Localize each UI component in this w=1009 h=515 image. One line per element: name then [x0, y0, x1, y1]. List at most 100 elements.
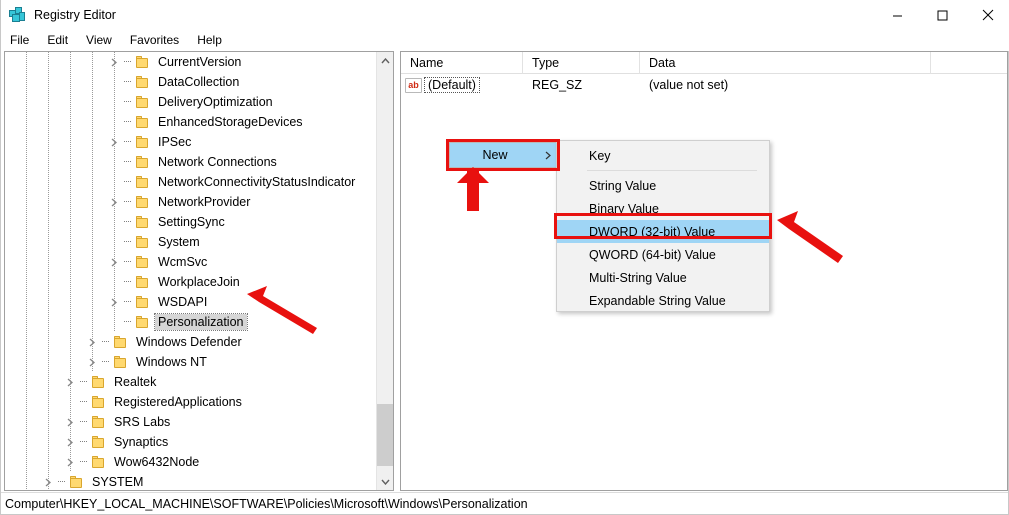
tree-connector	[121, 192, 135, 212]
folder-icon	[135, 255, 151, 269]
menu-edit[interactable]: Edit	[38, 31, 77, 49]
tree-guide-line	[114, 212, 115, 232]
tree-connector	[121, 212, 135, 232]
tree-guide-line	[92, 292, 93, 312]
tree-node[interactable]: RegisteredApplications	[5, 392, 376, 412]
menu-favorites[interactable]: Favorites	[121, 31, 188, 49]
tree-guide-line	[92, 152, 93, 172]
tree-node[interactable]: DataCollection	[5, 72, 376, 92]
tree-guide-line	[48, 432, 49, 452]
tree-node[interactable]: NetworkConnectivityStatusIndicator	[5, 172, 376, 192]
tree-connector	[121, 232, 135, 252]
close-button[interactable]	[965, 0, 1009, 30]
tree-node-label: RegisteredApplications	[114, 395, 242, 409]
tree-guide-line	[26, 52, 27, 72]
tree-node[interactable]: Synaptics	[5, 432, 376, 452]
tree-guide-line	[48, 112, 49, 132]
tree-guide-line	[70, 212, 71, 232]
tree-guide-line	[70, 232, 71, 252]
context-menu-item[interactable]: DWORD (32-bit) Value	[557, 220, 769, 243]
context-submenu-new: Key String Value Binary Value DWORD (32-bit…	[556, 140, 770, 312]
tree-guide-line	[70, 72, 71, 92]
tree-guide-line	[48, 232, 49, 252]
string-value-icon: ab	[405, 77, 422, 93]
tree-node[interactable]: DeliveryOptimization	[5, 92, 376, 112]
tree-node[interactable]: SettingSync	[5, 212, 376, 232]
tree-connector	[121, 152, 135, 172]
tree-guide-line	[70, 352, 71, 372]
tree-guide-line	[70, 272, 71, 292]
menu-help[interactable]: Help	[188, 31, 231, 49]
column-header-data[interactable]: Data	[640, 52, 931, 74]
tree-guide-line	[26, 152, 27, 172]
tree-guide-line	[26, 132, 27, 152]
tree-guide-line	[92, 232, 93, 252]
value-data-cell: (value not set)	[649, 78, 729, 92]
menu-view[interactable]: View	[77, 31, 121, 49]
tree-guide-line	[92, 132, 93, 152]
menu-file[interactable]: File	[1, 31, 38, 49]
context-menu-item[interactable]: Multi-String Value	[557, 266, 769, 289]
folder-icon	[135, 215, 151, 229]
tree-node[interactable]: WcmSvc	[5, 252, 376, 272]
tree-guide-line	[92, 212, 93, 232]
tree-connector	[121, 112, 135, 132]
tree-guide-line	[70, 152, 71, 172]
tree-node-label: NetworkConnectivityStatusIndicator	[158, 175, 356, 189]
context-menu-item[interactable]: Expandable String Value	[557, 289, 769, 312]
column-header-name[interactable]: Name	[401, 52, 523, 74]
minimize-button[interactable]	[875, 0, 920, 30]
tree-guide-line	[70, 92, 71, 112]
folder-icon	[135, 155, 151, 169]
tree-guide-line	[70, 392, 71, 412]
tree-guide-line	[26, 312, 27, 332]
tree-guide-line	[92, 252, 93, 272]
tree-node[interactable]: Windows NT	[5, 352, 376, 372]
tree-guide-line	[26, 352, 27, 372]
folder-icon	[135, 235, 151, 249]
status-bar: Computer\HKEY_LOCAL_MACHINE\SOFTWARE\Pol…	[1, 492, 1008, 514]
tree-node-label: Windows Defender	[136, 335, 242, 349]
tree-guide-line	[92, 192, 93, 212]
context-menu-item[interactable]: Key	[557, 144, 769, 167]
tree-node-label: System	[158, 235, 200, 249]
table-row[interactable]: ab (Default) REG_SZ (value not set)	[401, 74, 1007, 96]
tree-guide-line	[70, 252, 71, 272]
tree-node[interactable]: WSDAPI	[5, 292, 376, 312]
scroll-down-icon[interactable]	[377, 473, 393, 490]
tree-guide-line	[70, 332, 71, 352]
tree-node[interactable]: NetworkProvider	[5, 192, 376, 212]
tree-node[interactable]: CurrentVersion	[5, 52, 376, 72]
chevron-right-icon	[540, 151, 556, 160]
tree-node[interactable]: Personalization	[5, 312, 376, 332]
context-menu-item-new[interactable]: New	[449, 142, 557, 168]
menu-bar: File Edit View Favorites Help	[1, 30, 1009, 51]
tree-node[interactable]: EnhancedStorageDevices	[5, 112, 376, 132]
tree-guide-line	[26, 272, 27, 292]
maximize-button[interactable]	[920, 0, 965, 30]
context-menu-item[interactable]: String Value	[557, 174, 769, 197]
menu-separator	[587, 170, 757, 171]
tree-node[interactable]: System	[5, 232, 376, 252]
registry-editor-icon	[8, 6, 26, 24]
tree-node[interactable]: SYSTEM	[5, 472, 376, 490]
column-header-type[interactable]: Type	[523, 52, 640, 74]
tree-node[interactable]: Realtek	[5, 372, 376, 392]
value-name-text: (Default)	[424, 77, 480, 93]
tree-guide-line	[70, 312, 71, 332]
tree-connector	[55, 472, 69, 490]
tree-guide-line	[26, 72, 27, 92]
tree-node[interactable]: Wow6432Node	[5, 452, 376, 472]
tree-scrollbar-thumb[interactable]	[377, 404, 393, 466]
tree-vertical-scrollbar[interactable]	[376, 52, 393, 490]
tree-node[interactable]: Windows Defender	[5, 332, 376, 352]
context-menu-item[interactable]: QWORD (64-bit) Value	[557, 243, 769, 266]
context-menu-item[interactable]: Binary Value	[557, 197, 769, 220]
tree-guide-line	[70, 432, 71, 452]
tree-node[interactable]: SRS Labs	[5, 412, 376, 432]
tree-node[interactable]: Network Connections	[5, 152, 376, 172]
tree-node[interactable]: IPSec	[5, 132, 376, 152]
scroll-up-icon[interactable]	[377, 52, 393, 69]
tree-node[interactable]: WorkplaceJoin	[5, 272, 376, 292]
registry-editor-window: Registry Editor File Edit View Favorites…	[0, 0, 1009, 515]
